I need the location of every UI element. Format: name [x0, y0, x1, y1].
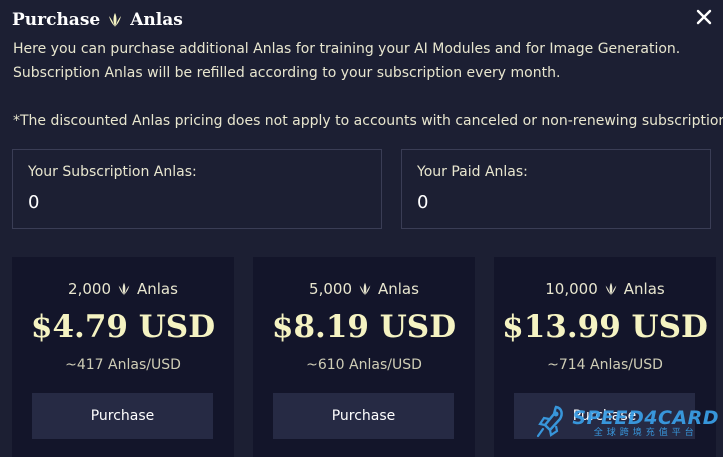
paid-anlas-label: Your Paid Anlas: — [417, 164, 528, 180]
package-amount-unit: Anlas — [623, 280, 665, 298]
description-line-2: Subscription Anlas will be refilled acco… — [13, 65, 561, 81]
package-card-2000: 2,000 Anlas $4.79 USD ~417 Anlas/USD Pur… — [12, 257, 234, 457]
anlas-icon — [116, 281, 132, 297]
package-amount: 2,000 Anlas — [12, 280, 234, 298]
subscription-anlas-value: 0 — [28, 192, 40, 213]
anlas-icon — [603, 281, 619, 297]
package-rate: ~714 Anlas/USD — [547, 357, 663, 373]
package-amount-unit: Anlas — [137, 280, 178, 298]
description-line-1: Here you can purchase additional Anlas f… — [13, 41, 681, 57]
package-price: $4.79 USD — [30, 309, 216, 345]
package-price: $13.99 USD — [502, 309, 708, 345]
modal-title-anlas: Anlas — [130, 10, 183, 30]
package-amount: 10,000 Anlas — [494, 280, 716, 298]
package-amount-value: 5,000 — [309, 280, 352, 298]
package-amount-unit: Anlas — [378, 280, 419, 298]
purchase-button-5000[interactable]: Purchase — [273, 393, 454, 439]
package-amount: 5,000 Anlas — [253, 280, 475, 298]
watermark-tagline: 全球跨境充值平台 — [593, 427, 698, 438]
rocket-icon — [536, 404, 566, 442]
package-card-5000: 5,000 Anlas $8.19 USD ~610 Anlas/USD Pur… — [253, 257, 475, 457]
paid-anlas-value: 0 — [417, 192, 429, 213]
modal-title-purchase: Purchase — [12, 10, 101, 30]
subscription-anlas-box: Your Subscription Anlas: 0 — [12, 149, 382, 229]
package-rate: ~610 Anlas/USD — [306, 357, 422, 373]
purchase-anlas-modal: Purchase Anlas Here you can purchase add… — [0, 0, 723, 457]
package-amount-value: 2,000 — [68, 280, 111, 298]
anlas-icon — [106, 11, 124, 29]
subscription-anlas-label: Your Subscription Anlas: — [28, 164, 197, 180]
package-rate: ~417 Anlas/USD — [65, 357, 181, 373]
pricing-note: *The discounted Anlas pricing does not a… — [13, 113, 723, 129]
watermark-name: SPEED4CARD — [572, 406, 719, 429]
close-icon — [696, 9, 712, 25]
paid-anlas-box: Your Paid Anlas: 0 — [401, 149, 711, 229]
speed4card-watermark: SPEED4CARD 全球跨境充值平台 — [536, 404, 719, 442]
watermark-text: SPEED4CARD 全球跨境充值平台 — [572, 408, 719, 439]
package-amount-value: 10,000 — [545, 280, 598, 298]
purchase-button-2000[interactable]: Purchase — [32, 393, 213, 439]
anlas-icon — [357, 281, 373, 297]
close-button[interactable] — [693, 6, 715, 28]
modal-header: Purchase Anlas — [12, 10, 183, 30]
package-price: $8.19 USD — [271, 309, 457, 345]
